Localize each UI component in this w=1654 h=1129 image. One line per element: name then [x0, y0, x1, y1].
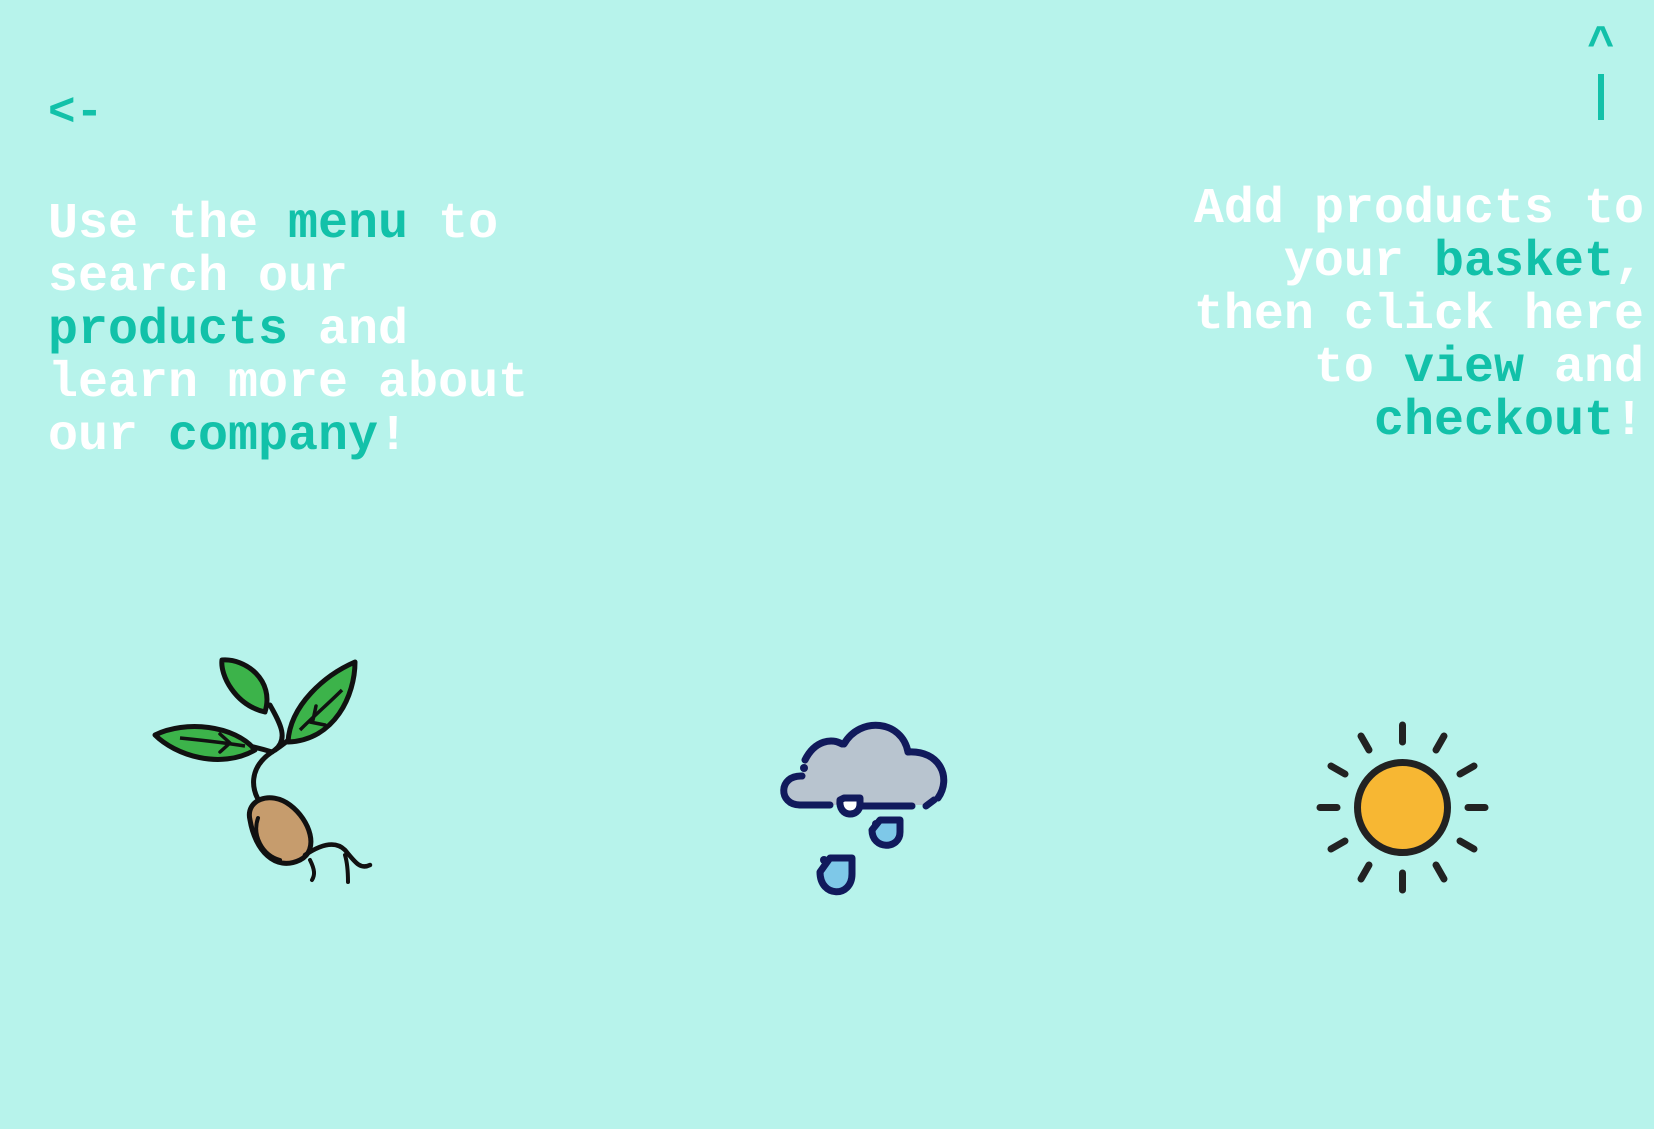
menu-arrow-indicator: <- [48, 87, 104, 139]
checkout-highlight: checkout [1373, 393, 1614, 450]
company-highlight: company [168, 408, 379, 465]
menu-hint-line-2: search our [48, 249, 349, 306]
view-highlight: view [1403, 340, 1524, 397]
rain-cloud-icon [780, 721, 948, 896]
menu-hint-line-4: learn more about [48, 355, 529, 412]
products-highlight: products [48, 302, 289, 359]
basket-hint-text: Add products to your basket, then click … [1194, 183, 1644, 448]
basket-hint-line-1: Add products to [1193, 181, 1644, 238]
menu-hint-line-5: our company! [48, 408, 409, 465]
basket-hint-line-2: your basket, [1283, 234, 1644, 291]
menu-hint-line-1: Use the menu to [48, 196, 499, 253]
sun-icon [1316, 721, 1489, 894]
basket-highlight: basket [1433, 234, 1614, 291]
basket-arrow-caret: ^ [1587, 20, 1615, 72]
basket-hint-line-3: then click here [1193, 287, 1644, 344]
basket-arrow-stem [1598, 74, 1604, 120]
basket-hint-line-5: checkout! [1373, 393, 1644, 450]
basket-arrow-indicator: ^ [1576, 20, 1626, 120]
basket-hint-line-4: to view and [1313, 340, 1644, 397]
sprout-icon [152, 657, 373, 884]
menu-hint-text: Use the menu to search our products and … [48, 198, 528, 463]
menu-hint-line-3: products and [48, 302, 409, 359]
menu-highlight: menu [288, 196, 409, 253]
